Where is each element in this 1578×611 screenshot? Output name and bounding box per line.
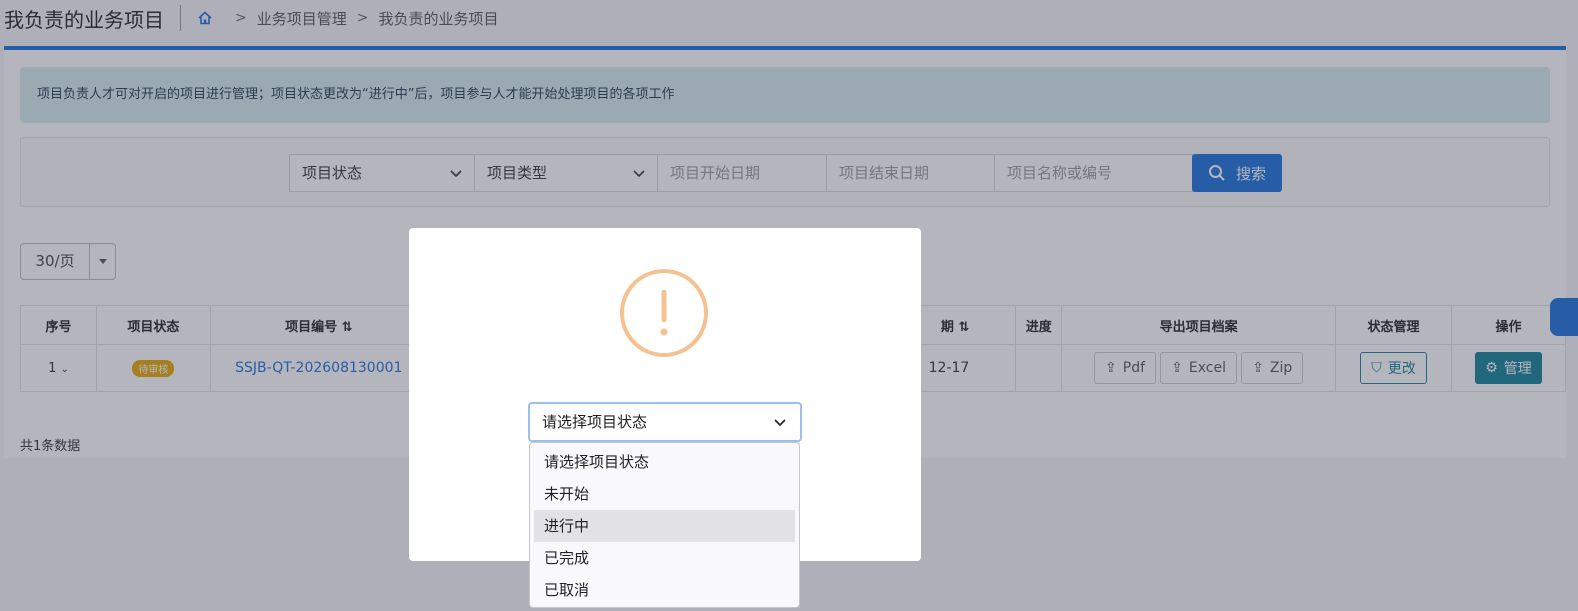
option-in-progress[interactable]: 进行中: [534, 510, 795, 542]
project-status-select-value: 请选择项目状态: [542, 413, 648, 431]
option-not-started[interactable]: 未开始: [534, 478, 795, 510]
option-completed[interactable]: 已完成: [534, 542, 795, 574]
chevron-down-icon: [774, 419, 786, 427]
option-placeholder[interactable]: 请选择项目状态: [534, 446, 795, 478]
warning-icon: [620, 269, 708, 357]
option-cancelled[interactable]: 已取消: [534, 574, 795, 606]
project-status-select[interactable]: 请选择项目状态: [528, 402, 802, 442]
status-dropdown-list: 请选择项目状态 未开始 进行中 已完成 已取消: [529, 442, 800, 608]
